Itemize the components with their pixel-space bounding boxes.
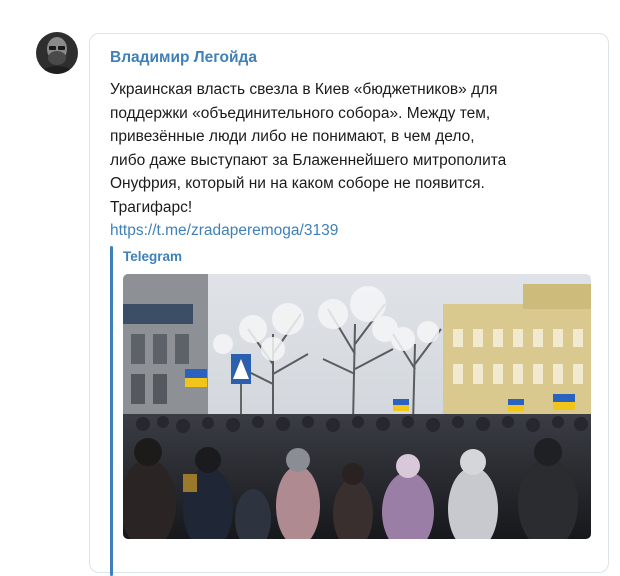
message-link[interactable]: https://t.me/zradaperemoga/3139 [110, 219, 600, 243]
message-bubble: Владимир Легойда Украинская власть свезл… [89, 33, 609, 576]
crowd-street-photo-icon [123, 274, 591, 539]
author-name[interactable]: Владимир Легойда [110, 49, 257, 67]
message-line: Украинская власть свезла в Киев «бюджетн… [110, 81, 498, 98]
message-line: Онуфрия, который ни на каком соборе не п… [110, 175, 485, 192]
link-preview-accent-bar [110, 246, 113, 576]
link-preview-photo[interactable] [123, 274, 591, 539]
message-line: Трагифарс! [110, 198, 193, 216]
author-avatar[interactable] [36, 32, 78, 74]
message-line: поддержки «объединительного собора». Меж… [110, 104, 491, 122]
message-line: либо даже выступают за Блаженнейшего мит… [110, 151, 507, 169]
avatar-image [36, 32, 78, 74]
link-preview-site-name[interactable]: Telegram [123, 249, 182, 264]
message-text: Украинская власть свезла в Киев «бюджетн… [110, 78, 600, 243]
message-line: привезённые люди либо не понимают, в чем… [110, 128, 475, 145]
